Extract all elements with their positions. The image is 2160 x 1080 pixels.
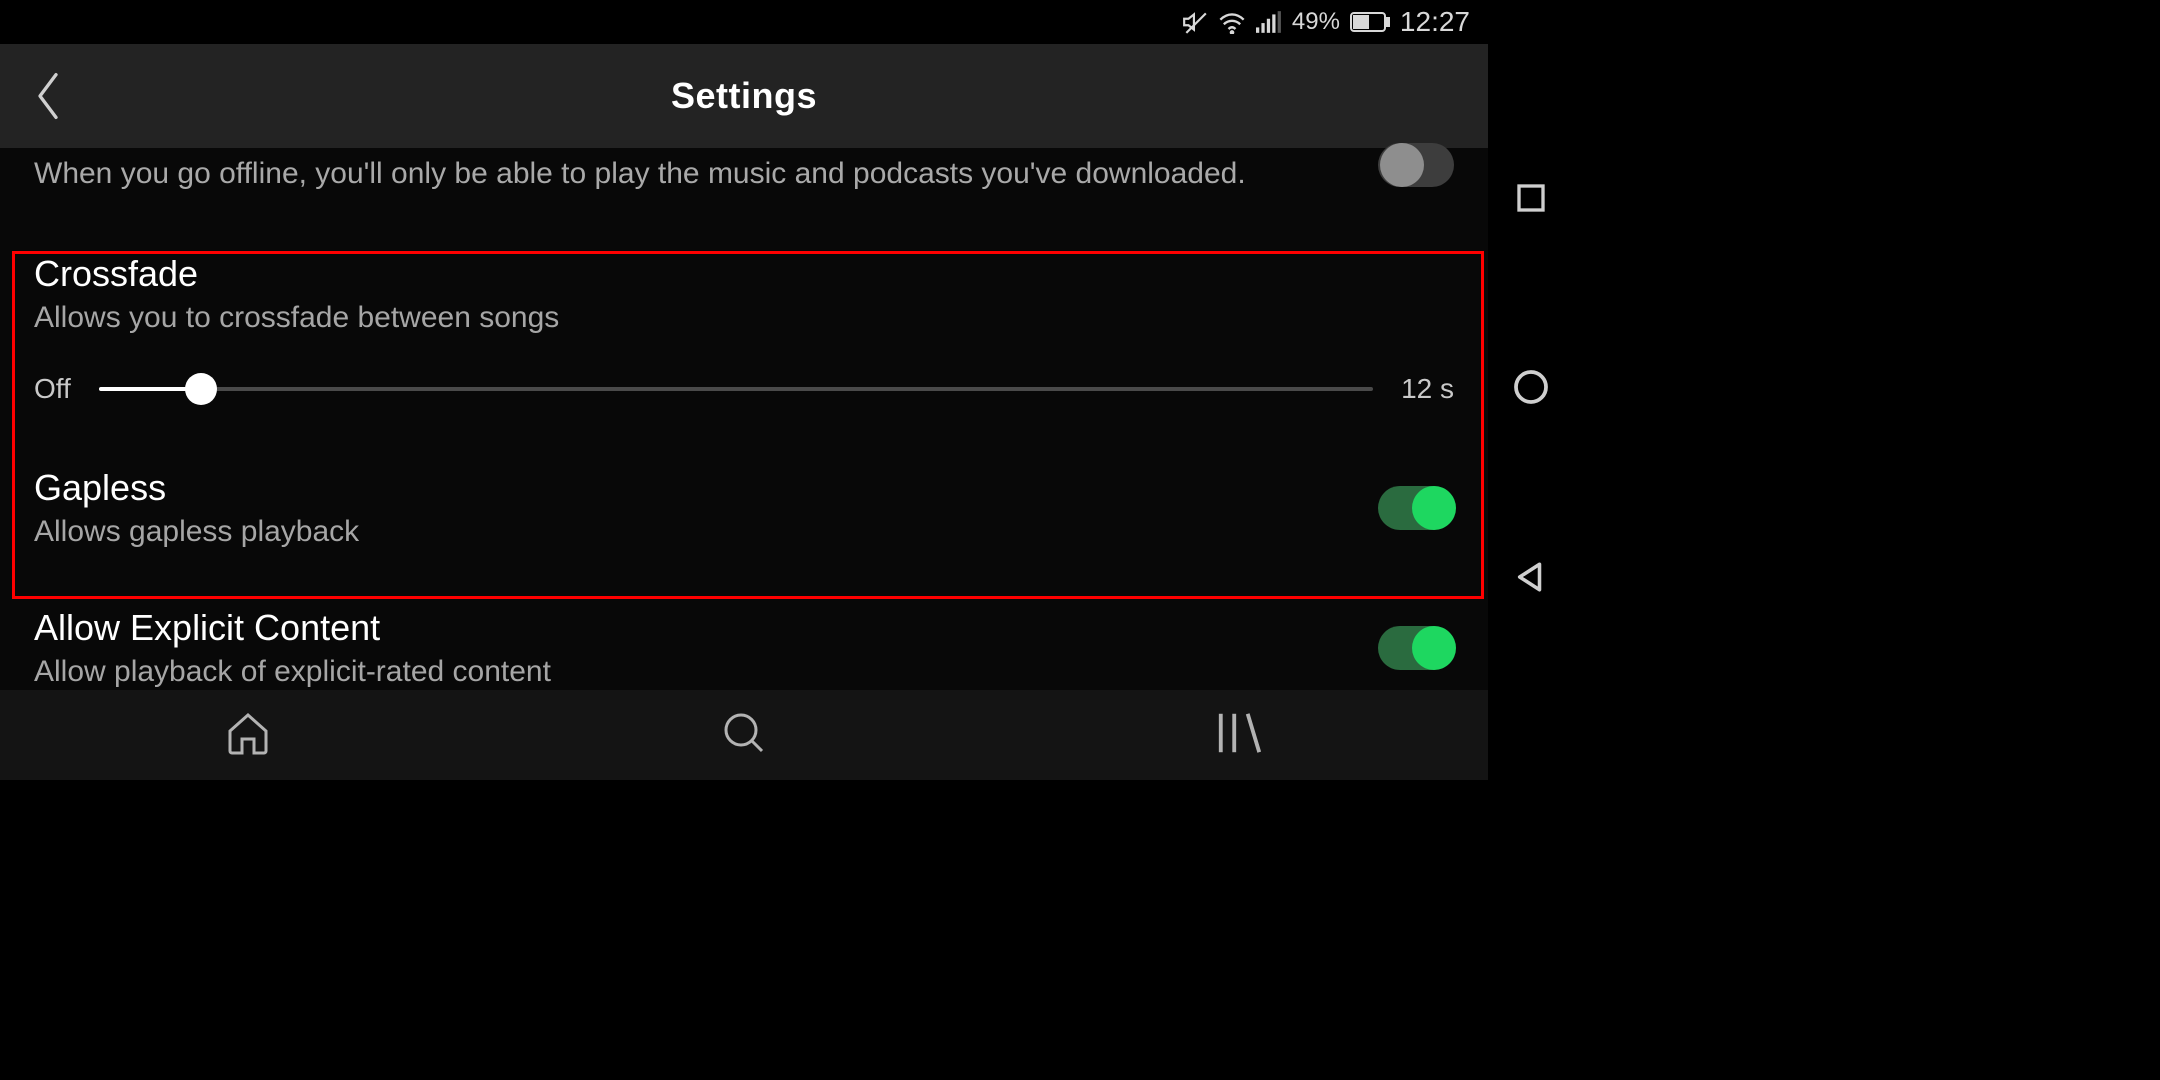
setting-gapless: Gapless Allows gapless playback: [0, 433, 1488, 579]
nav-home[interactable]: [148, 709, 348, 762]
sysnav-back[interactable]: [1514, 560, 1548, 599]
explicit-toggle[interactable]: [1378, 626, 1454, 670]
app-header: Settings: [0, 44, 1488, 148]
settings-content: When you go offline, you'll only be able…: [0, 148, 1488, 707]
setting-offline: When you go offline, you'll only be able…: [0, 148, 1488, 213]
battery-icon: [1350, 12, 1390, 32]
app-screen: 49% 12:27 Settings When you go offline, …: [0, 0, 1488, 780]
gapless-description: Allows gapless playback: [34, 515, 1354, 549]
crossfade-title: Crossfade: [34, 253, 1454, 295]
mute-icon: [1182, 9, 1208, 35]
system-nav: [1488, 0, 1574, 780]
offline-toggle[interactable]: [1378, 143, 1454, 187]
battery-percent-label: 49%: [1292, 8, 1340, 36]
status-bar: 49% 12:27: [0, 0, 1488, 44]
crossfade-max-label: 12 s: [1401, 373, 1454, 405]
crossfade-slider[interactable]: [99, 373, 1373, 405]
gapless-toggle[interactable]: [1378, 486, 1454, 530]
clock-label: 12:27: [1400, 6, 1470, 38]
nav-search[interactable]: [644, 709, 844, 762]
crossfade-slider-row: Off 12 s: [0, 353, 1488, 433]
nav-library[interactable]: [1140, 709, 1340, 762]
gapless-title: Gapless: [34, 467, 1354, 509]
back-button[interactable]: [24, 64, 72, 128]
sysnav-recent[interactable]: [1515, 182, 1547, 219]
setting-explicit: Allow Explicit Content Allow playback of…: [0, 579, 1488, 707]
search-icon: [720, 709, 768, 762]
sysnav-home[interactable]: [1513, 369, 1549, 410]
offline-description: When you go offline, you'll only be able…: [34, 154, 1246, 195]
crossfade-description: Allows you to crossfade between songs: [34, 301, 1454, 335]
explicit-title: Allow Explicit Content: [34, 607, 1354, 649]
wifi-icon: [1218, 10, 1246, 34]
crossfade-min-label: Off: [34, 373, 71, 405]
setting-crossfade: Crossfade Allows you to crossfade betwee…: [0, 213, 1488, 353]
page-title: Settings: [0, 75, 1488, 117]
explicit-description: Allow playback of explicit-rated content: [34, 655, 1354, 689]
signal-icon: [1256, 11, 1282, 33]
home-icon: [224, 709, 272, 762]
library-icon: [1215, 709, 1265, 762]
bottom-nav: [0, 690, 1488, 780]
